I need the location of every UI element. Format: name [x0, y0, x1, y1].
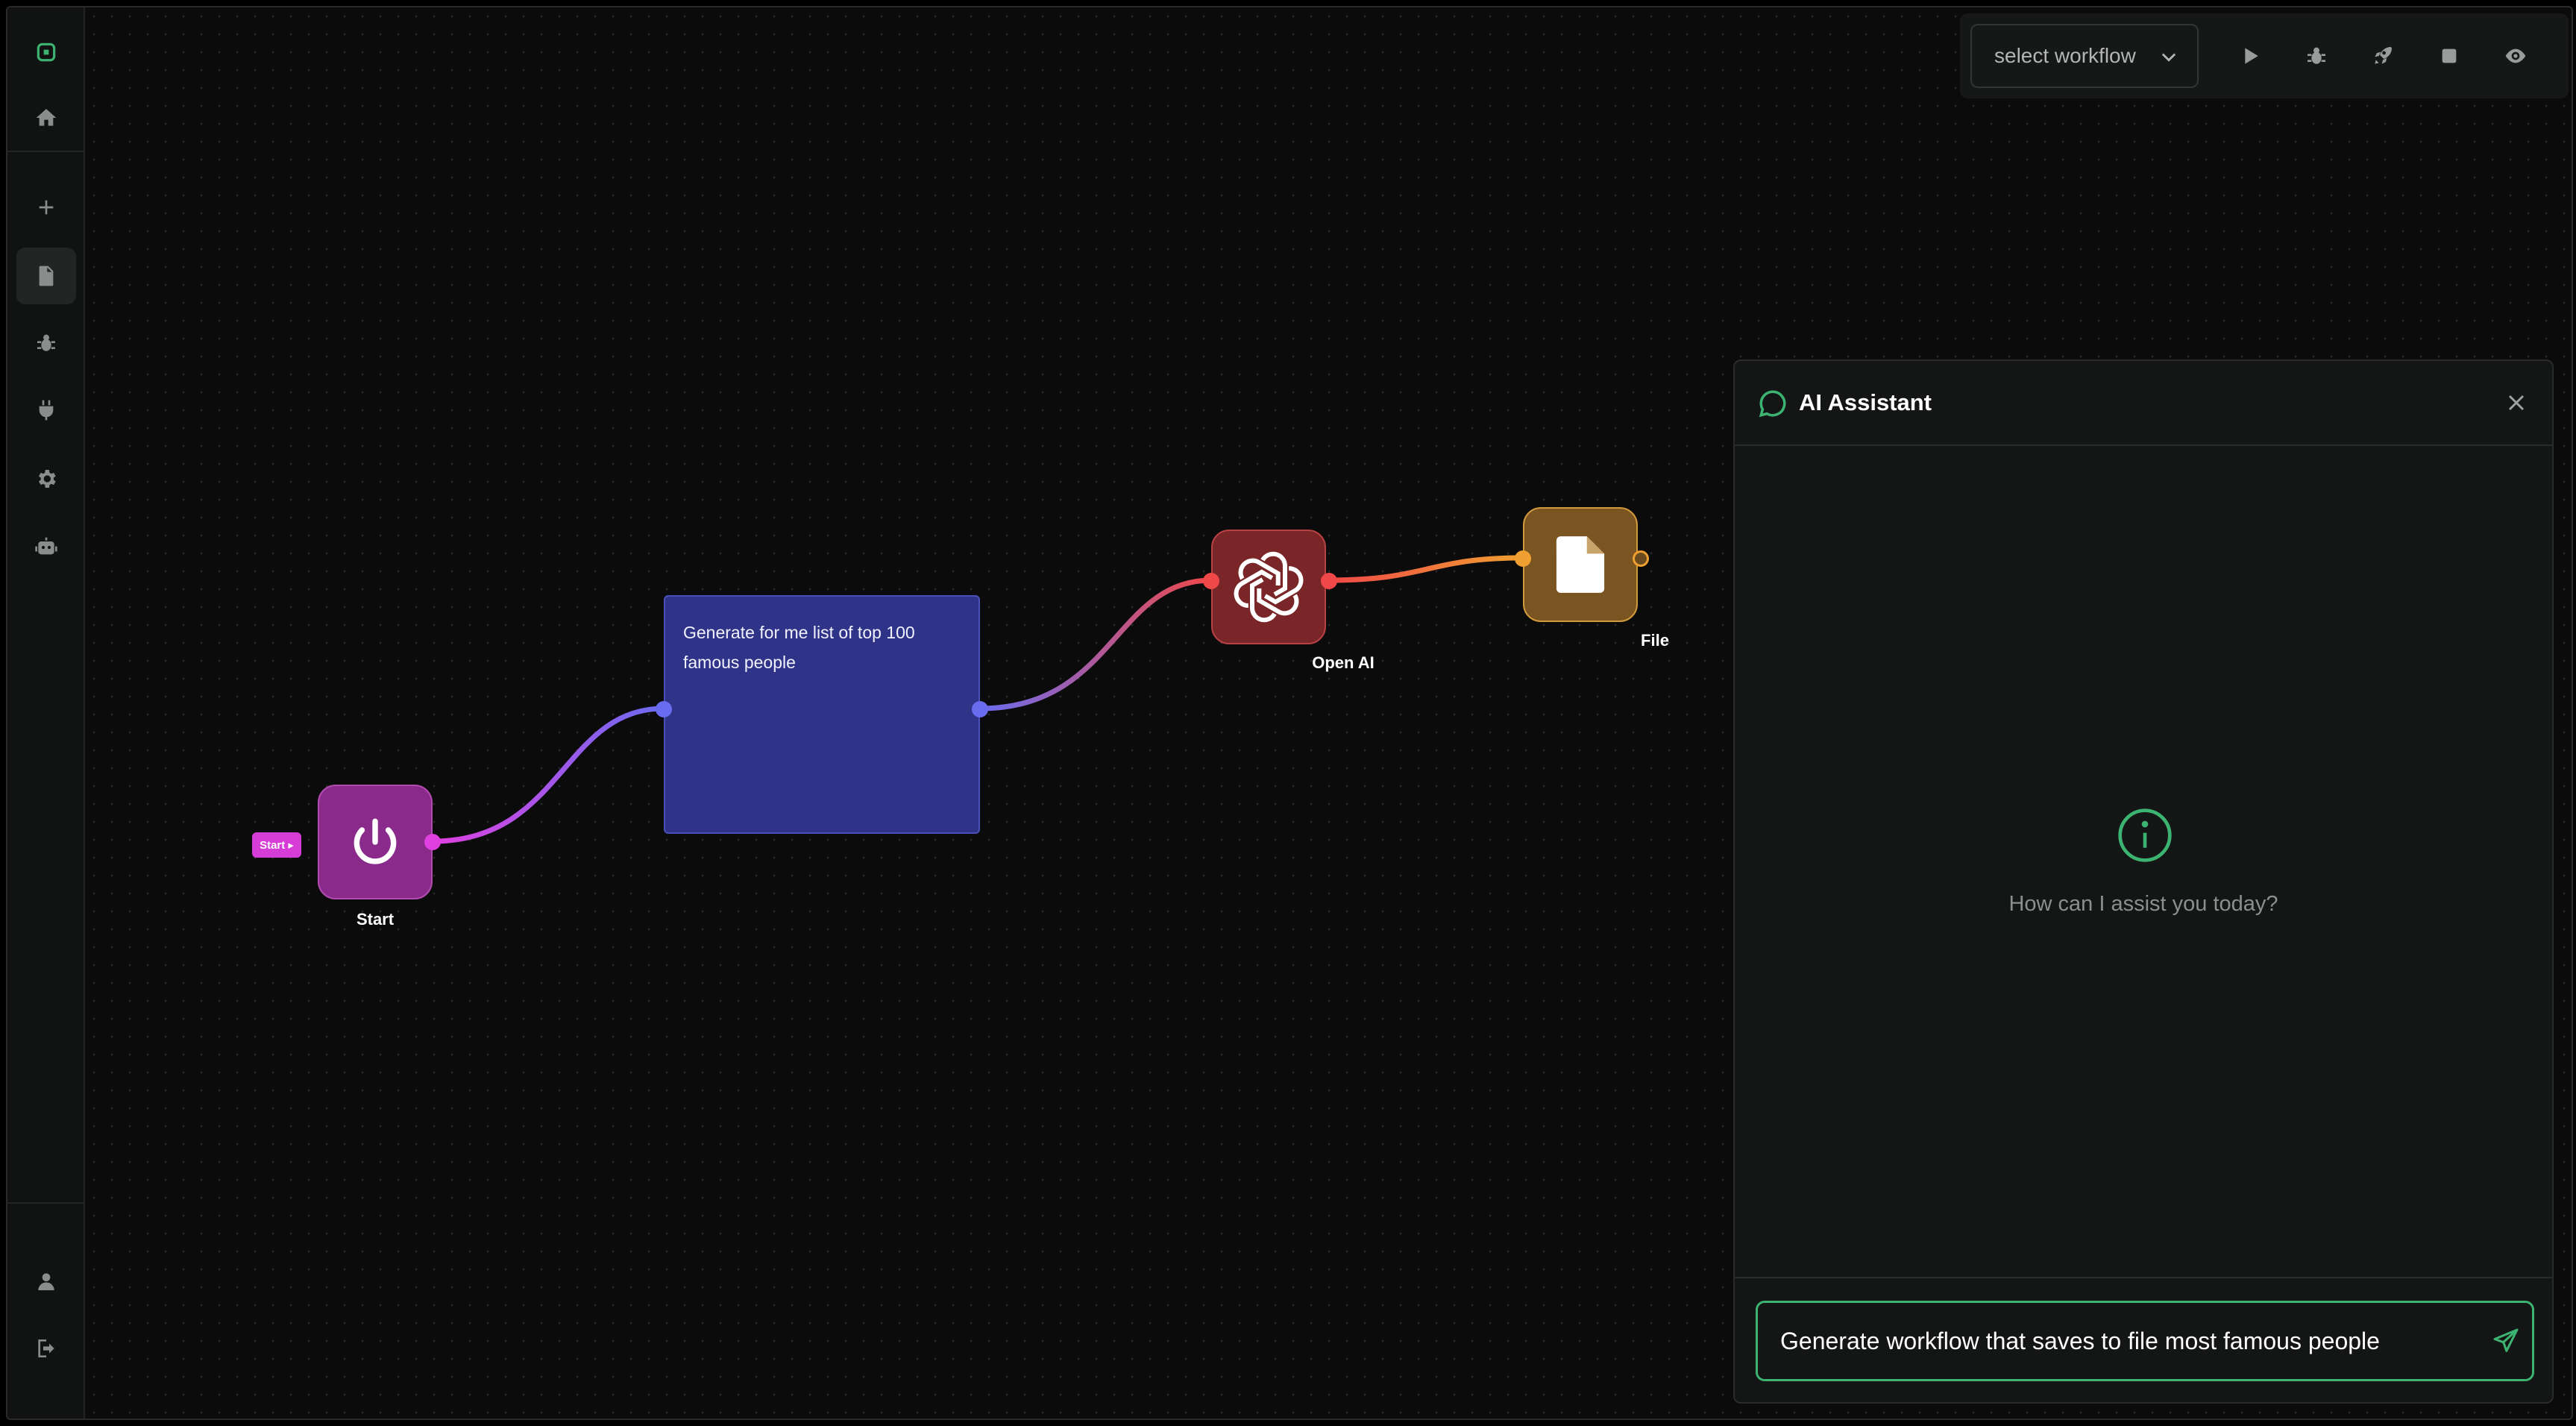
play-icon[interactable]: [2228, 34, 2272, 78]
info-icon: [2118, 808, 2172, 862]
edge-start-prompt: [432, 706, 665, 844]
close-icon[interactable]: [2503, 389, 2530, 416]
file-icon: [1556, 536, 1605, 593]
bug-icon[interactable]: [16, 315, 76, 371]
send-icon[interactable]: [2491, 1326, 2521, 1356]
logout-icon[interactable]: [16, 1320, 76, 1377]
document-icon[interactable]: [16, 248, 76, 304]
openai-node[interactable]: [1211, 530, 1326, 644]
openai-output-port[interactable]: [1321, 573, 1337, 589]
home-icon[interactable]: [16, 89, 76, 146]
app-window: select workflow Start ▸ Start Generate f…: [6, 6, 2573, 1420]
assistant-title: AI Assistant: [1799, 389, 1932, 415]
bug-icon[interactable]: [2295, 34, 2338, 78]
sidebar: [7, 7, 85, 1419]
file-output-port[interactable]: [1633, 550, 1649, 567]
stop-icon[interactable]: [2428, 34, 2471, 78]
sidebar-divider: [7, 151, 85, 152]
start-output-port[interactable]: [424, 834, 441, 850]
gear-icon[interactable]: [16, 450, 76, 507]
file-node[interactable]: [1523, 507, 1638, 622]
assistant-header: AI Assistant: [1735, 361, 2552, 446]
edge-prompt-openai: [979, 577, 1212, 712]
file-input-port[interactable]: [1515, 550, 1531, 567]
prompt-node[interactable]: Generate for me list of top 100 famous p…: [664, 595, 980, 834]
workflow-select[interactable]: select workflow: [1970, 24, 2199, 88]
prompt-output-port[interactable]: [972, 701, 988, 717]
power-icon: [354, 818, 397, 864]
assistant-empty-message: How can I assist you today?: [2008, 892, 2278, 916]
openai-node-label: Open AI: [1312, 653, 1375, 672]
workflow-select-value: select workflow: [1994, 44, 2136, 67]
eye-icon[interactable]: [2494, 34, 2537, 78]
chevron-down-icon: [2161, 53, 2176, 62]
start-tag: Start ▸: [252, 832, 301, 858]
openai-input-port[interactable]: [1203, 573, 1219, 589]
rocket-icon[interactable]: [2361, 34, 2404, 78]
workflow-canvas[interactable]: select workflow Start ▸ Start Generate f…: [85, 7, 2572, 1419]
start-node-label: Start: [356, 910, 395, 929]
user-icon[interactable]: [16, 1253, 76, 1310]
logo-icon[interactable]: [16, 24, 76, 81]
chat-bubble-icon: [1759, 390, 1786, 418]
start-node[interactable]: [318, 785, 433, 899]
ai-assistant-panel: AI Assistant How can I assist you today?: [1733, 359, 2554, 1404]
assistant-footer: [1735, 1277, 2552, 1402]
robot-icon[interactable]: [16, 519, 76, 576]
plus-icon[interactable]: [16, 179, 76, 236]
plug-icon[interactable]: [16, 382, 76, 439]
openai-logo-icon: [1234, 551, 1304, 623]
edge-openai-file: [1328, 555, 1524, 583]
assistant-message-input[interactable]: [1756, 1301, 2534, 1381]
file-node-label: File: [1641, 631, 1669, 650]
sidebar-divider: [7, 1202, 85, 1204]
workflow-toolbar: select workflow: [1960, 13, 2569, 98]
prompt-input-port[interactable]: [656, 701, 672, 717]
prompt-node-text: Generate for me list of top 100 famous p…: [683, 623, 915, 672]
